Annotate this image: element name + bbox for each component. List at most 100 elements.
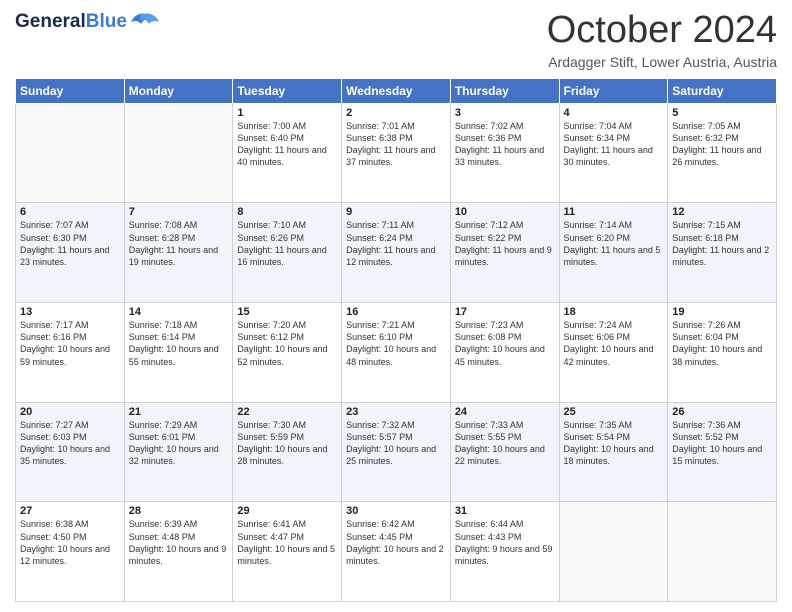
weekday-header-friday: Friday (559, 78, 668, 103)
day-number: 9 (346, 206, 446, 218)
weekday-header-sunday: Sunday (16, 78, 125, 103)
month-title: October 2024 (547, 10, 777, 52)
calendar-cell: 29Sunrise: 6:41 AM Sunset: 4:47 PM Dayli… (233, 502, 342, 602)
day-number: 19 (672, 306, 772, 318)
day-number: 26 (672, 406, 772, 418)
day-number: 24 (455, 406, 555, 418)
day-info: Sunrise: 7:01 AM Sunset: 6:38 PM Dayligh… (346, 120, 446, 169)
calendar-cell: 24Sunrise: 7:33 AM Sunset: 5:55 PM Dayli… (450, 402, 559, 502)
calendar-cell: 28Sunrise: 6:39 AM Sunset: 4:48 PM Dayli… (124, 502, 233, 602)
day-number: 7 (129, 206, 229, 218)
day-info: Sunrise: 7:30 AM Sunset: 5:59 PM Dayligh… (237, 419, 337, 468)
calendar-cell: 9Sunrise: 7:11 AM Sunset: 6:24 PM Daylig… (342, 203, 451, 303)
calendar-cell: 10Sunrise: 7:12 AM Sunset: 6:22 PM Dayli… (450, 203, 559, 303)
calendar-cell: 11Sunrise: 7:14 AM Sunset: 6:20 PM Dayli… (559, 203, 668, 303)
day-info: Sunrise: 7:29 AM Sunset: 6:01 PM Dayligh… (129, 419, 229, 468)
day-info: Sunrise: 7:18 AM Sunset: 6:14 PM Dayligh… (129, 319, 229, 368)
day-number: 18 (564, 306, 664, 318)
day-info: Sunrise: 7:20 AM Sunset: 6:12 PM Dayligh… (237, 319, 337, 368)
calendar-cell: 27Sunrise: 6:38 AM Sunset: 4:50 PM Dayli… (16, 502, 125, 602)
day-number: 14 (129, 306, 229, 318)
weekday-header-saturday: Saturday (668, 78, 777, 103)
title-block: October 2024 Ardagger Stift, Lower Austr… (547, 10, 777, 70)
calendar-week-3: 13Sunrise: 7:17 AM Sunset: 6:16 PM Dayli… (16, 303, 777, 403)
logo-blue: Blue (86, 11, 127, 32)
day-info: Sunrise: 7:15 AM Sunset: 6:18 PM Dayligh… (672, 219, 772, 268)
day-info: Sunrise: 6:42 AM Sunset: 4:45 PM Dayligh… (346, 518, 446, 567)
day-number: 1 (237, 107, 337, 119)
calendar-week-5: 27Sunrise: 6:38 AM Sunset: 4:50 PM Dayli… (16, 502, 777, 602)
calendar-cell: 6Sunrise: 7:07 AM Sunset: 6:30 PM Daylig… (16, 203, 125, 303)
day-number: 23 (346, 406, 446, 418)
day-info: Sunrise: 7:27 AM Sunset: 6:03 PM Dayligh… (20, 419, 120, 468)
day-info: Sunrise: 7:36 AM Sunset: 5:52 PM Dayligh… (672, 419, 772, 468)
day-number: 3 (455, 107, 555, 119)
calendar-cell: 12Sunrise: 7:15 AM Sunset: 6:18 PM Dayli… (668, 203, 777, 303)
day-info: Sunrise: 7:21 AM Sunset: 6:10 PM Dayligh… (346, 319, 446, 368)
day-info: Sunrise: 7:23 AM Sunset: 6:08 PM Dayligh… (455, 319, 555, 368)
day-number: 11 (564, 206, 664, 218)
day-number: 12 (672, 206, 772, 218)
calendar-cell: 30Sunrise: 6:42 AM Sunset: 4:45 PM Dayli… (342, 502, 451, 602)
day-info: Sunrise: 7:08 AM Sunset: 6:28 PM Dayligh… (129, 219, 229, 268)
calendar-cell (559, 502, 668, 602)
calendar-cell: 20Sunrise: 7:27 AM Sunset: 6:03 PM Dayli… (16, 402, 125, 502)
day-number: 4 (564, 107, 664, 119)
day-number: 20 (20, 406, 120, 418)
logo-text: GeneralBlue (15, 11, 127, 33)
calendar-week-1: 1Sunrise: 7:00 AM Sunset: 6:40 PM Daylig… (16, 103, 777, 203)
calendar-cell: 16Sunrise: 7:21 AM Sunset: 6:10 PM Dayli… (342, 303, 451, 403)
day-info: Sunrise: 7:17 AM Sunset: 6:16 PM Dayligh… (20, 319, 120, 368)
day-number: 31 (455, 505, 555, 517)
calendar-cell: 21Sunrise: 7:29 AM Sunset: 6:01 PM Dayli… (124, 402, 233, 502)
day-info: Sunrise: 7:33 AM Sunset: 5:55 PM Dayligh… (455, 419, 555, 468)
day-info: Sunrise: 6:39 AM Sunset: 4:48 PM Dayligh… (129, 518, 229, 567)
day-number: 5 (672, 107, 772, 119)
day-info: Sunrise: 6:44 AM Sunset: 4:43 PM Dayligh… (455, 518, 555, 567)
calendar-cell: 26Sunrise: 7:36 AM Sunset: 5:52 PM Dayli… (668, 402, 777, 502)
day-number: 27 (20, 505, 120, 517)
logo: GeneralBlue (15, 10, 159, 34)
day-info: Sunrise: 7:10 AM Sunset: 6:26 PM Dayligh… (237, 219, 337, 268)
calendar-cell: 17Sunrise: 7:23 AM Sunset: 6:08 PM Dayli… (450, 303, 559, 403)
day-number: 28 (129, 505, 229, 517)
calendar-cell: 25Sunrise: 7:35 AM Sunset: 5:54 PM Dayli… (559, 402, 668, 502)
day-number: 2 (346, 107, 446, 119)
day-info: Sunrise: 7:14 AM Sunset: 6:20 PM Dayligh… (564, 219, 664, 268)
day-number: 30 (346, 505, 446, 517)
calendar-cell: 19Sunrise: 7:26 AM Sunset: 6:04 PM Dayli… (668, 303, 777, 403)
day-number: 10 (455, 206, 555, 218)
calendar-cell: 4Sunrise: 7:04 AM Sunset: 6:34 PM Daylig… (559, 103, 668, 203)
day-info: Sunrise: 7:26 AM Sunset: 6:04 PM Dayligh… (672, 319, 772, 368)
weekday-header-tuesday: Tuesday (233, 78, 342, 103)
day-number: 25 (564, 406, 664, 418)
calendar-cell: 3Sunrise: 7:02 AM Sunset: 6:36 PM Daylig… (450, 103, 559, 203)
calendar-table: SundayMondayTuesdayWednesdayThursdayFrid… (15, 78, 777, 602)
day-info: Sunrise: 7:02 AM Sunset: 6:36 PM Dayligh… (455, 120, 555, 169)
day-number: 6 (20, 206, 120, 218)
day-number: 13 (20, 306, 120, 318)
calendar-cell: 1Sunrise: 7:00 AM Sunset: 6:40 PM Daylig… (233, 103, 342, 203)
calendar-week-2: 6Sunrise: 7:07 AM Sunset: 6:30 PM Daylig… (16, 203, 777, 303)
page: GeneralBlue October 2024 Ardagger Stift,… (0, 0, 792, 612)
calendar-cell: 8Sunrise: 7:10 AM Sunset: 6:26 PM Daylig… (233, 203, 342, 303)
day-number: 21 (129, 406, 229, 418)
calendar-cell (668, 502, 777, 602)
day-info: Sunrise: 7:11 AM Sunset: 6:24 PM Dayligh… (346, 219, 446, 268)
day-number: 22 (237, 406, 337, 418)
calendar-week-4: 20Sunrise: 7:27 AM Sunset: 6:03 PM Dayli… (16, 402, 777, 502)
day-number: 16 (346, 306, 446, 318)
day-info: Sunrise: 7:07 AM Sunset: 6:30 PM Dayligh… (20, 219, 120, 268)
calendar-cell: 14Sunrise: 7:18 AM Sunset: 6:14 PM Dayli… (124, 303, 233, 403)
day-info: Sunrise: 7:05 AM Sunset: 6:32 PM Dayligh… (672, 120, 772, 169)
location-title: Ardagger Stift, Lower Austria, Austria (547, 54, 777, 70)
day-info: Sunrise: 7:24 AM Sunset: 6:06 PM Dayligh… (564, 319, 664, 368)
day-info: Sunrise: 7:35 AM Sunset: 5:54 PM Dayligh… (564, 419, 664, 468)
calendar-cell: 31Sunrise: 6:44 AM Sunset: 4:43 PM Dayli… (450, 502, 559, 602)
calendar-cell (124, 103, 233, 203)
day-info: Sunrise: 7:00 AM Sunset: 6:40 PM Dayligh… (237, 120, 337, 169)
calendar-cell: 13Sunrise: 7:17 AM Sunset: 6:16 PM Dayli… (16, 303, 125, 403)
weekday-header-monday: Monday (124, 78, 233, 103)
day-number: 15 (237, 306, 337, 318)
day-info: Sunrise: 7:32 AM Sunset: 5:57 PM Dayligh… (346, 419, 446, 468)
